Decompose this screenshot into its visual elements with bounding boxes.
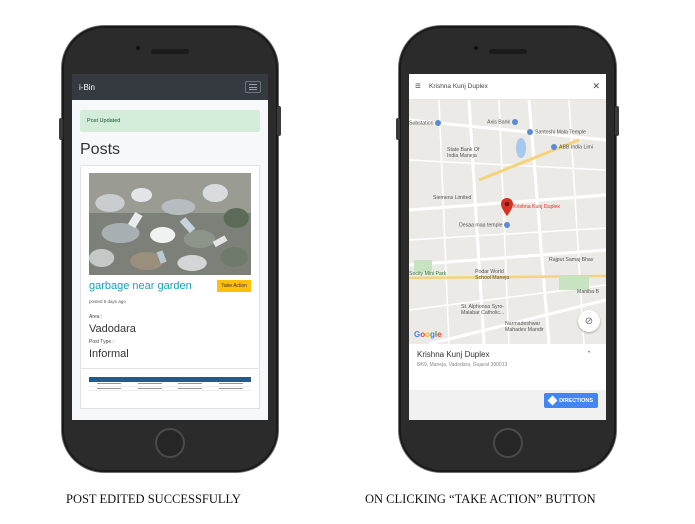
- label-krishna-kunj: Krishna Kunj Duplex: [513, 204, 561, 210]
- take-action-button[interactable]: Take Action: [217, 280, 251, 292]
- post-title-link[interactable]: garbage near garden: [89, 280, 192, 292]
- place-address: 8/69, Maneja, Vadodara, Gujarat 390013: [417, 362, 508, 368]
- caption-right: ON CLICKING “TAKE ACTION” BUTTON: [365, 492, 596, 506]
- post-card: garbage near garden Take Action posted 6…: [80, 165, 260, 369]
- label-santoshi-temple: Santoshi Mala Temple: [527, 129, 586, 136]
- posted-time: posted 6 days ago: [89, 299, 126, 304]
- mini-table: [89, 377, 251, 391]
- search-query[interactable]: Krishna Kunj Duplex: [429, 83, 592, 90]
- label-podar-school: Podar World School Maneja: [475, 269, 510, 281]
- label-abb: ABB India Limi: [551, 144, 593, 151]
- volume-button: [59, 118, 63, 140]
- camera: [473, 46, 478, 50]
- label-socity-park: Socity Mini Park: [409, 271, 447, 277]
- post-title-row: garbage near garden Take Action: [89, 280, 251, 292]
- area-label: Area :: [89, 314, 103, 320]
- label-substation: Substation: [409, 120, 443, 127]
- speaker: [488, 49, 527, 54]
- post-type-label: Post Type :: [89, 339, 114, 345]
- brand-logo[interactable]: i-Bin: [79, 83, 95, 92]
- main-content: Post Updated Posts garbage near garden T…: [72, 100, 268, 420]
- label-siemens: Siemens Limited: [433, 195, 472, 201]
- screen-map: ≡ Krishna Kunj Duplex ✕ Substation Axis …: [409, 74, 606, 420]
- directions-button[interactable]: DIRECTIONS: [544, 393, 598, 408]
- map-search-bar[interactable]: ≡ Krishna Kunj Duplex ✕: [409, 74, 606, 100]
- label-sbi: State Bank Of India Manejа: [447, 147, 480, 159]
- power-button: [615, 106, 619, 136]
- close-icon[interactable]: ✕: [592, 81, 600, 92]
- camera: [136, 46, 140, 50]
- phone-frame-left: i-Bin Post Updated Posts garbage near ga…: [59, 26, 281, 472]
- google-logo: Google: [414, 330, 442, 339]
- next-post-card: [80, 369, 260, 409]
- screen-ibin: i-Bin Post Updated Posts garbage near ga…: [72, 74, 268, 420]
- hamburger-menu-icon[interactable]: [245, 81, 261, 93]
- place-info-panel[interactable]: Krishna Kunj Duplex 8/69, Maneja, Vadoda…: [409, 344, 606, 390]
- success-alert: Post Updated: [80, 110, 260, 132]
- area-value: Vadodara: [89, 323, 136, 335]
- place-name: Krishna Kunj Duplex: [417, 350, 490, 359]
- garbage-photo: [89, 173, 251, 275]
- home-button[interactable]: [155, 428, 185, 458]
- label-rajput-samaj: Rajput Samaj Bhav: [549, 257, 594, 263]
- directions-bar: DIRECTIONS: [409, 390, 606, 420]
- power-button: [277, 106, 281, 136]
- directions-label: DIRECTIONS: [559, 397, 593, 404]
- post-type-value: Informal: [89, 348, 129, 360]
- navbar: i-Bin: [72, 74, 268, 100]
- phone-frame-right: ≡ Krishna Kunj Duplex ✕ Substation Axis …: [396, 26, 619, 472]
- label-desaa-temple: Desaa maa temple: [459, 222, 512, 229]
- directions-icon: [547, 395, 558, 406]
- label-narmadeshwar: Narmadeshwar Mahadev Mandir: [505, 321, 544, 333]
- speaker: [151, 49, 189, 54]
- caption-left: POST EDITED SUCCESSFULLY: [66, 492, 241, 506]
- map-view[interactable]: Substation Axis Bank Santoshi Mala Templ…: [409, 100, 606, 344]
- label-alphonsa: St. Alphonsa Syro-Malabar Catholic...: [461, 304, 505, 316]
- menu-icon[interactable]: ≡: [415, 81, 429, 92]
- label-axis-bank: Axis Bank: [487, 119, 520, 126]
- my-location-icon[interactable]: ⊘: [578, 310, 600, 332]
- page-title: Posts: [80, 141, 121, 158]
- label-maniba: Maniba B: [577, 289, 599, 295]
- volume-button: [396, 118, 400, 140]
- chevron-up-icon[interactable]: ⌃: [586, 350, 592, 358]
- home-button[interactable]: [492, 428, 523, 458]
- location-pin-icon[interactable]: [501, 198, 513, 216]
